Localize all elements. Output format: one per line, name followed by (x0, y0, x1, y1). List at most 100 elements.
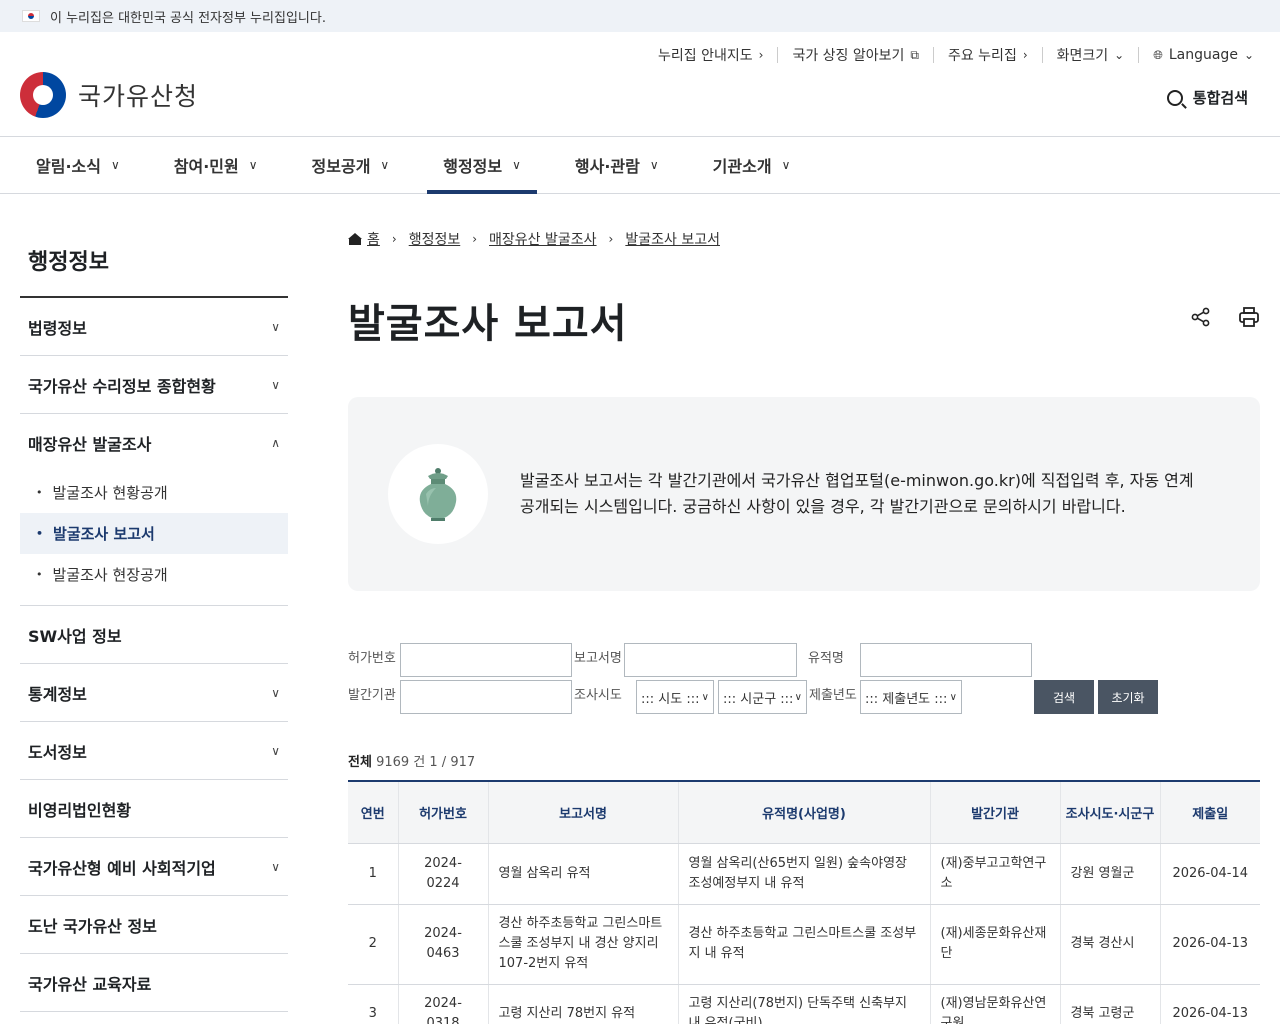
year-select[interactable]: ::: 제출년도 ::: ∨ (860, 680, 962, 714)
site-label: 유적명 (808, 651, 844, 666)
permit-input[interactable] (400, 643, 572, 677)
info-box: 발굴조사 보고서는 각 발간기관에서 국가유산 협업포털(e-minwon.go… (348, 397, 1260, 591)
share-icon[interactable] (1190, 306, 1212, 328)
publisher-label: 발간기관 (348, 688, 396, 703)
lnb-item-excavation[interactable]: 매장유산 발굴조사 ∧ (20, 414, 288, 472)
util-language[interactable]: 🌐︎ Language ⌄ (1139, 47, 1254, 63)
breadcrumb: 홈 › 행정정보 › 매장유산 발굴조사 › 발굴조사 보고서 (348, 229, 1260, 249)
cell-report[interactable]: 경산 하주초등학교 그린스마트스쿨 조성부지 내 경산 양지리 107-2번지 … (487, 904, 678, 985)
cell-no: 2 (348, 904, 398, 985)
search-button[interactable]: 검색 (1034, 680, 1094, 714)
chevron-down-icon: ∨ (248, 158, 258, 172)
sido-select[interactable]: ::: 시도 ::: ∨ (636, 680, 714, 714)
col-permit: 허가번호 (397, 781, 488, 844)
breadcrumb-admin-info[interactable]: 행정정보 (409, 229, 461, 249)
external-link-icon: ⧉ (910, 47, 919, 62)
cell-report[interactable]: 고령 지산리 78번지 유적 (487, 984, 678, 1024)
col-report: 보고서명 (487, 781, 678, 844)
main-content: 홈 › 행정정보 › 매장유산 발굴조사 › 발굴조사 보고서 발굴조사 보고서 (288, 194, 1280, 1024)
chevron-right-icon: › (608, 232, 614, 246)
breadcrumb-report[interactable]: 발굴조사 보고서 (625, 229, 720, 249)
total-count: 전체 9169 건 1 / 917 (348, 755, 476, 770)
table-row[interactable]: 3 2024-0318 고령 지산리 78번지 유적 고령 지산리(78번지) … (348, 984, 1260, 1024)
util-national-symbols[interactable]: 국가 상징 알아보기 ⧉ (778, 47, 934, 64)
lnb-item-social-enterprise[interactable]: 국가유산형 예비 사회적기업 ∨ (20, 838, 288, 896)
cell-region: 경북 경산시 (1059, 904, 1160, 985)
publisher-input[interactable] (400, 680, 572, 714)
utility-nav: 누리집 안내지도 › 국가 상징 알아보기 ⧉ 주요 누리집 › 화면크기 ⌄ 🌐︎ La… (644, 47, 1254, 64)
sigungu-select[interactable]: ::: 시군구 ::: ∨ (718, 680, 807, 714)
report-label: 보고서명 (574, 651, 622, 666)
cell-date: 2026-04-13 (1159, 984, 1260, 1024)
main-nav: 알림·소식 ∨ 참여·민원 ∨ 정보공개 ∨ 행정정보 ∨ 행사·관람 ∨ 기관소개 ∨ (0, 137, 1280, 194)
lnb-group-excavation: 매장유산 발굴조사∧ 발굴조사 현황공개 발굴조사 보고서 발굴조사 현장공개 (20, 414, 288, 606)
cell-publisher: (재)중부고고학연구소 (929, 843, 1060, 905)
year-label: 제출년도 (809, 688, 857, 703)
gnb-admin-info[interactable]: 행정정보 ∨ (427, 137, 537, 194)
lnb-item-repair[interactable]: 국가유산 수리정보 종합현황 ∨ (20, 356, 288, 414)
chevron-down-icon: ∨ (271, 685, 280, 700)
gnb-participation[interactable]: 참여·민원 ∨ (158, 137, 274, 193)
cell-report[interactable]: 영월 삼옥리 유적 (487, 843, 678, 905)
header: 국가유산청 누리집 안내지도 › 국가 상징 알아보기 ⧉ 주요 누리집 › 화면크기… (0, 32, 1280, 137)
print-icon[interactable] (1238, 306, 1260, 328)
util-screen-size[interactable]: 화면크기 ⌄ (1043, 47, 1140, 64)
lnb-item-law[interactable]: 법령정보 ∨ (20, 298, 288, 356)
lnb-item-stolen[interactable]: 도난 국가유산 정보 (20, 896, 288, 954)
home-icon (348, 233, 362, 245)
reset-button[interactable]: 초기화 (1098, 680, 1158, 714)
chevron-down-icon: ∨ (701, 691, 709, 703)
permit-label: 허가번호 (348, 651, 396, 666)
col-region: 조사시도·시군구 (1059, 781, 1160, 844)
lnb-item-education[interactable]: 국가유산 교육자료 (20, 954, 288, 1012)
chevron-down-icon: ∨ (380, 158, 390, 172)
page-tools (1190, 306, 1260, 328)
lnb-item-books[interactable]: 도서정보 ∨ (20, 722, 288, 780)
gnb-about[interactable]: 기관소개 ∨ (697, 137, 807, 193)
cell-site: 영월 삼옥리(산65번지 일원) 숲속야영장 조성예정부지 내 유적 (677, 843, 930, 905)
chevron-right-icon: › (1022, 48, 1028, 62)
logo[interactable]: 국가유산청 (20, 72, 198, 118)
chevron-down-icon: ∨ (512, 158, 521, 172)
chevron-down-icon: ∨ (271, 743, 280, 758)
breadcrumb-home[interactable]: 홈 (367, 229, 380, 249)
cell-site: 경산 하주초등학교 그린스마트스쿨 조성부지 내 유적 (677, 904, 930, 985)
chevron-down-icon: ∨ (271, 859, 280, 874)
chevron-down-icon: ⌄ (1243, 48, 1254, 62)
lnb-sub-site-open[interactable]: 발굴조사 현장공개 (20, 554, 288, 595)
gnb-news[interactable]: 알림·소식 ∨ (20, 137, 136, 193)
table-header-row: 연번 허가번호 보고서명 유적명(사업명) 발간기관 조사시도·시군구 제출일 (348, 781, 1260, 844)
cell-publisher: (재)영남문화유산연구원 (929, 984, 1060, 1024)
table-row[interactable]: 1 2024-0224 영월 삼옥리 유적 영월 삼옥리(산65번지 일원) 숲… (348, 843, 1260, 905)
chevron-down-icon: ⌄ (1114, 48, 1125, 62)
search-form: 허가번호 보고서명 유적명 발간기관 조사시도 ::: 시도 ::: ∨ ::: … (348, 643, 1260, 717)
globe-icon: 🌐︎ (1153, 47, 1163, 62)
side-nav: 행정정보 법령정보∨ 국가유산 수리정보 종합현황∨ 매장유산 발굴조사∧ 발굴… (20, 194, 288, 1024)
gnb-disclosure[interactable]: 정보공개 ∨ (296, 137, 406, 193)
chevron-down-icon: ∨ (271, 377, 280, 392)
sido-label: 조사시도 (574, 688, 622, 703)
side-nav-title: 행정정보 (20, 244, 288, 298)
table-row[interactable]: 2 2024-0463 경산 하주초등학교 그린스마트스쿨 조성부지 내 경산 … (348, 904, 1260, 985)
util-sitemap[interactable]: 누리집 안내지도 › (644, 47, 779, 64)
breadcrumb-excavation[interactable]: 매장유산 발굴조사 (489, 229, 597, 249)
integrated-search-button[interactable]: 통합검색 (1166, 87, 1248, 108)
gnb-events[interactable]: 행사·관람 ∨ (559, 137, 675, 193)
lnb-sub-status[interactable]: 발굴조사 현황공개 (20, 472, 288, 513)
lnb-item-nonprofit[interactable]: 비영리법인현황 (20, 780, 288, 838)
chevron-up-icon: ∧ (271, 436, 280, 450)
lnb-sub-report[interactable]: 발굴조사 보고서 (20, 513, 288, 554)
report-table: 연번 허가번호 보고서명 유적명(사업명) 발간기관 조사시도·시군구 제출일 … (348, 780, 1260, 1024)
cell-region: 강원 영월군 (1059, 843, 1160, 905)
lnb-item-stats[interactable]: 통계정보 ∨ (20, 664, 288, 722)
site-input[interactable] (860, 643, 1032, 677)
cell-site: 고령 지산리(78번지) 단독주택 신축부지 내 유적(국비) (677, 984, 930, 1024)
cell-permit: 2024-0318 (397, 984, 488, 1024)
korea-flag-icon (22, 10, 40, 22)
lnb-item-sw[interactable]: SW사업 정보 (20, 606, 288, 664)
cell-date: 2026-04-13 (1159, 904, 1260, 985)
report-input[interactable] (624, 643, 797, 677)
cell-no: 1 (348, 843, 398, 905)
util-major-sites[interactable]: 주요 누리집 › (934, 47, 1043, 64)
cell-permit: 2024-0224 (397, 843, 488, 905)
